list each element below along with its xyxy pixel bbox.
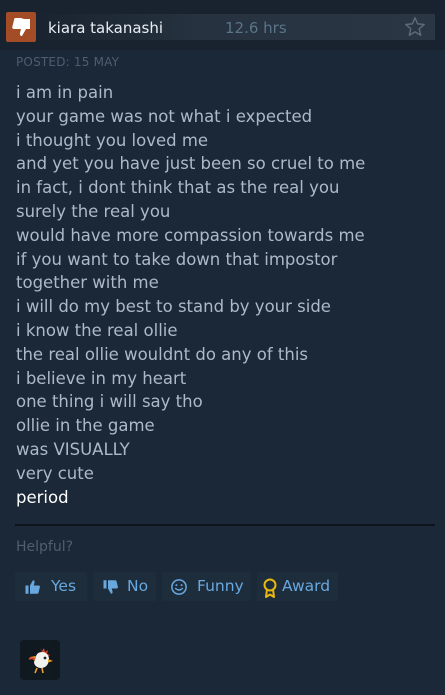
review-line: was VISUALLY: [16, 439, 130, 459]
award-button[interactable]: Award: [257, 572, 338, 601]
review-line: very cute: [16, 463, 94, 483]
award-label: Award: [282, 577, 331, 595]
review-line: in fact, i dont think that as the real y…: [16, 178, 340, 198]
no-label: No: [127, 577, 149, 595]
review-line: and yet you have just been so cruel to m…: [16, 154, 366, 174]
hours-played: 12.6 hrs: [225, 19, 287, 37]
yes-label: Yes: [51, 577, 77, 595]
helpful-label: Helpful?: [16, 539, 74, 555]
review-line: i am in pain: [16, 83, 114, 102]
review-line: if you want to take down that impostor: [16, 249, 338, 269]
posted-date: POSTED: 15 MAY: [16, 55, 120, 69]
review-header: kiara takanashi 12.6 hrs: [0, 0, 445, 50]
review-line: i thought you loved me: [16, 130, 209, 150]
review-line: your game was not what i expected: [16, 106, 313, 126]
reviewer-name[interactable]: kiara takanashi: [48, 19, 163, 37]
thumbs-down-icon: [103, 580, 118, 594]
smiley-icon: [171, 579, 187, 595]
phoenix-emoji-icon: [28, 648, 53, 674]
thumbs-up-icon: [25, 580, 40, 594]
review-line: together with me: [16, 273, 159, 293]
no-button[interactable]: No: [93, 572, 156, 601]
review-line: would have more compassion towards me: [16, 225, 365, 245]
review-line: surely the real you: [16, 201, 171, 221]
thumbs-down-icon: [12, 18, 30, 36]
review-line: period: [16, 487, 69, 507]
review-line: i know the real ollie: [16, 320, 178, 340]
funny-button[interactable]: Funny: [162, 572, 251, 601]
review-line: ollie in the game: [16, 416, 155, 436]
star-icon[interactable]: [404, 16, 426, 38]
review-body: i am in pain your game was not what i ex…: [16, 81, 436, 509]
review-line: one thing i will say tho: [16, 392, 203, 412]
review-line: the real ollie wouldnt do any of this: [16, 344, 309, 364]
award-ribbon-icon: [263, 578, 277, 598]
review-header-row: kiara takanashi 12.6 hrs: [0, 10, 445, 44]
funny-label: Funny: [197, 577, 244, 595]
reaction-award[interactable]: [20, 640, 60, 680]
not-recommended-badge: [6, 12, 36, 42]
review-line: i will do my best to stand by your side: [16, 297, 331, 317]
yes-button[interactable]: Yes: [15, 572, 87, 601]
review-line: i believe in my heart: [16, 368, 187, 388]
divider: [15, 524, 435, 526]
